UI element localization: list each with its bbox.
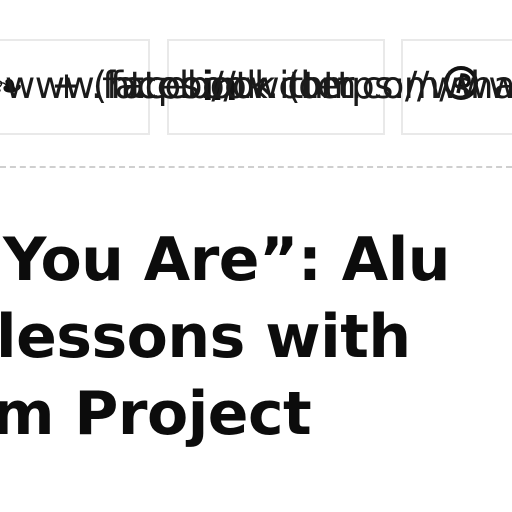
- article-title: You Are”: Alu lessons with m Project: [0, 222, 512, 453]
- social-share-bar: ❧ in www.facebook.com + (https://twitter…: [0, 0, 512, 150]
- section-divider: [0, 166, 512, 168]
- pinterest-icon[interactable]: [444, 66, 478, 100]
- title-line: You Are”: Alu: [3, 225, 451, 295]
- linkedin-share-button[interactable]: [167, 39, 385, 135]
- twitter-icon[interactable]: ❧: [0, 62, 24, 110]
- title-line: m Project: [0, 379, 312, 449]
- linkedin-icon[interactable]: in: [202, 62, 237, 110]
- title-line: lessons with: [0, 302, 411, 372]
